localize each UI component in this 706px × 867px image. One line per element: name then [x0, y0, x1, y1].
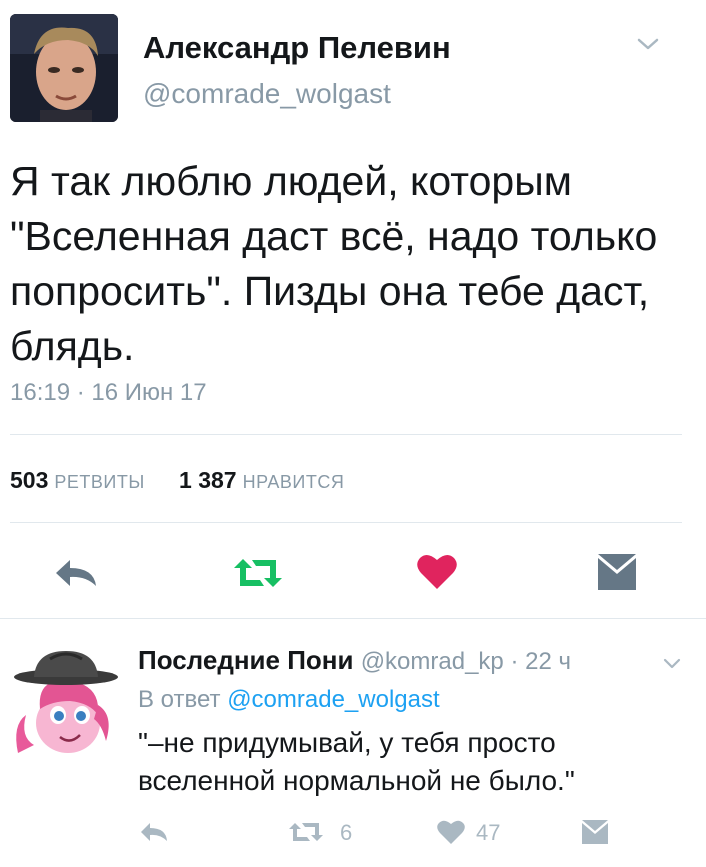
likes-count: 1 387	[179, 467, 237, 493]
divider	[0, 618, 706, 619]
tweet-timestamp[interactable]: 16:19 · 16 Июн 17	[10, 379, 207, 407]
reply-author-avatar[interactable]	[10, 645, 120, 755]
reply-time[interactable]: · 22 ч	[504, 648, 571, 675]
reply-author-name[interactable]: Последние Пони	[138, 645, 353, 675]
divider	[10, 522, 682, 523]
tweet-text: Я так люблю людей, которым "Вселенная да…	[10, 158, 658, 369]
reply-icon[interactable]	[138, 820, 170, 844]
in-reply-to: В ответ @comrade_wolgast	[138, 686, 440, 714]
reply-author-handle[interactable]: @komrad_kp	[361, 648, 504, 675]
like-icon[interactable]	[416, 551, 458, 591]
divider	[10, 434, 682, 435]
reply-text: "–не придумывай, у тебя просто вселенной…	[138, 727, 575, 796]
message-icon[interactable]	[580, 818, 610, 846]
likes-label: НРАВИТСЯ	[242, 472, 345, 492]
retweets-count: 503	[10, 467, 49, 493]
retweets-label: РЕТВИТЫ	[54, 472, 145, 492]
retweet-icon[interactable]	[286, 820, 326, 844]
reply-header: Последние Пони @komrad_kp · 22 ч	[138, 645, 571, 676]
chevron-down-icon[interactable]	[662, 657, 682, 671]
reply-icon[interactable]	[52, 556, 100, 590]
in-reply-to-label: В ответ	[138, 686, 228, 713]
author-handle[interactable]: @comrade_wolgast	[143, 78, 391, 110]
retweet-icon[interactable]	[230, 556, 286, 590]
likes-stat[interactable]: 1 387 НРАВИТСЯ	[173, 467, 345, 493]
retweets-stat[interactable]: 503 РЕТВИТЫ	[10, 467, 151, 493]
reply-likes-count: 47	[476, 820, 501, 845]
message-icon[interactable]	[596, 552, 638, 592]
in-reply-to-mention[interactable]: @comrade_wolgast	[227, 686, 439, 713]
tweet-stats: 503 РЕТВИТЫ 1 387 НРАВИТСЯ	[10, 467, 344, 494]
chevron-down-icon[interactable]	[636, 36, 660, 52]
like-icon[interactable]	[436, 818, 466, 846]
author-avatar[interactable]	[10, 14, 118, 122]
reply-retweets-count: 6	[340, 820, 353, 845]
author-name[interactable]: Александр Пелевин	[143, 30, 451, 66]
